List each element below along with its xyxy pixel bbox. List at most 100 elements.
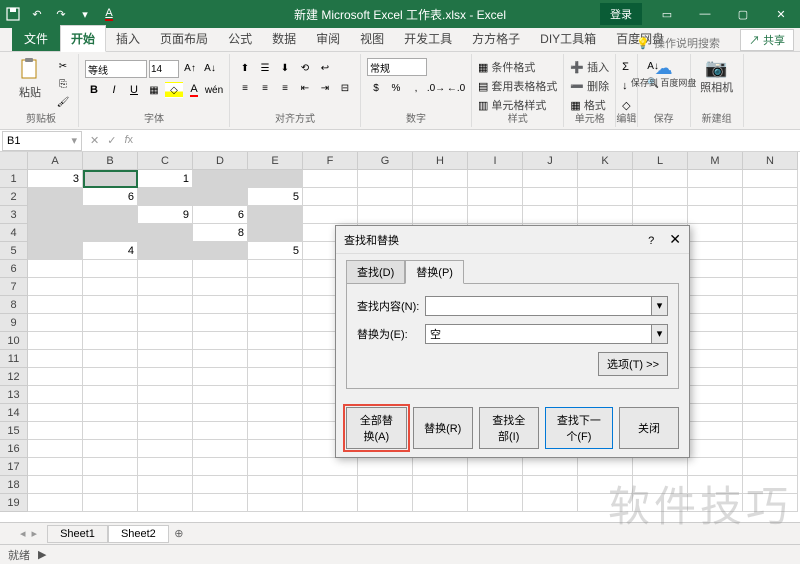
align-middle-icon[interactable]: ☰ <box>256 60 274 76</box>
conditional-format-button[interactable]: ▦条件格式 <box>478 58 535 76</box>
insert-cells-button[interactable]: ➕插入 <box>570 58 609 76</box>
align-bottom-icon[interactable]: ⬇ <box>276 60 294 76</box>
row-header-10[interactable]: 10 <box>0 332 28 350</box>
cell-N6[interactable] <box>743 260 798 278</box>
row-header-16[interactable]: 16 <box>0 440 28 458</box>
cell-A10[interactable] <box>28 332 83 350</box>
increase-decimal-icon[interactable]: .0→ <box>427 80 445 96</box>
cell-G19[interactable] <box>358 494 413 512</box>
paste-button[interactable]: 粘贴 <box>10 58 50 100</box>
cell-I1[interactable] <box>468 170 523 188</box>
cell-I3[interactable] <box>468 206 523 224</box>
sheet-tab-2[interactable]: Sheet2 <box>108 525 169 543</box>
cell-M6[interactable] <box>688 260 743 278</box>
sheet-nav-prev-icon[interactable]: ◂ <box>20 527 26 540</box>
cell-B16[interactable] <box>83 440 138 458</box>
cell-E14[interactable] <box>248 404 303 422</box>
cell-K1[interactable] <box>578 170 633 188</box>
cell-B19[interactable] <box>83 494 138 512</box>
cell-B5[interactable]: 4 <box>83 242 138 260</box>
cell-N12[interactable] <box>743 368 798 386</box>
cell-D18[interactable] <box>193 476 248 494</box>
cell-B13[interactable] <box>83 386 138 404</box>
tab-ffgz[interactable]: 方方格子 <box>462 26 530 51</box>
cell-B4[interactable] <box>83 224 138 242</box>
cell-N3[interactable] <box>743 206 798 224</box>
cell-N8[interactable] <box>743 296 798 314</box>
cell-N10[interactable] <box>743 332 798 350</box>
cell-H18[interactable] <box>413 476 468 494</box>
cell-I17[interactable] <box>468 458 523 476</box>
cell-N9[interactable] <box>743 314 798 332</box>
cell-B14[interactable] <box>83 404 138 422</box>
font-size-select[interactable] <box>149 60 179 78</box>
find-next-button[interactable]: 查找下一个(F) <box>545 407 613 449</box>
cell-K17[interactable] <box>578 458 633 476</box>
cell-E13[interactable] <box>248 386 303 404</box>
cell-D2[interactable] <box>193 188 248 206</box>
cell-B11[interactable] <box>83 350 138 368</box>
cell-M8[interactable] <box>688 296 743 314</box>
cell-C15[interactable] <box>138 422 193 440</box>
cell-E5[interactable]: 5 <box>248 242 303 260</box>
cell-D7[interactable] <box>193 278 248 296</box>
cell-C19[interactable] <box>138 494 193 512</box>
tab-view[interactable]: 视图 <box>350 26 394 51</box>
dialog-close-icon[interactable]: ✕ <box>669 231 681 247</box>
cell-E15[interactable] <box>248 422 303 440</box>
row-header-19[interactable]: 19 <box>0 494 28 512</box>
cell-D11[interactable] <box>193 350 248 368</box>
row-header-13[interactable]: 13 <box>0 386 28 404</box>
cell-K18[interactable] <box>578 476 633 494</box>
cell-D4[interactable]: 8 <box>193 224 248 242</box>
fill-color-icon[interactable]: ◇ <box>165 82 183 98</box>
copy-icon[interactable]: ⎘ <box>54 76 72 92</box>
row-header-15[interactable]: 15 <box>0 422 28 440</box>
dialog-help-icon[interactable]: ? <box>648 235 654 247</box>
indent-right-icon[interactable]: ⇥ <box>316 80 334 96</box>
bold-button[interactable]: B <box>85 82 103 98</box>
cell-A15[interactable] <box>28 422 83 440</box>
row-header-7[interactable]: 7 <box>0 278 28 296</box>
font-color-icon[interactable]: A <box>100 5 118 23</box>
macro-record-icon[interactable]: ▶ <box>38 548 46 561</box>
cell-N14[interactable] <box>743 404 798 422</box>
align-center-icon[interactable]: ≡ <box>256 80 274 96</box>
cell-J1[interactable] <box>523 170 578 188</box>
border-icon[interactable]: ▦ <box>145 82 163 98</box>
cell-H2[interactable] <box>413 188 468 206</box>
select-all-corner[interactable] <box>0 152 28 170</box>
cell-L1[interactable] <box>633 170 688 188</box>
cell-D1[interactable] <box>193 170 248 188</box>
cell-K2[interactable] <box>578 188 633 206</box>
cell-N13[interactable] <box>743 386 798 404</box>
cell-B1[interactable] <box>83 170 138 188</box>
row-header-14[interactable]: 14 <box>0 404 28 422</box>
cell-D19[interactable] <box>193 494 248 512</box>
cell-N5[interactable] <box>743 242 798 260</box>
cell-A19[interactable] <box>28 494 83 512</box>
name-box[interactable]: B1▾ <box>2 131 82 151</box>
cell-M16[interactable] <box>688 440 743 458</box>
cell-I19[interactable] <box>468 494 523 512</box>
cell-G18[interactable] <box>358 476 413 494</box>
cell-A13[interactable] <box>28 386 83 404</box>
cell-M7[interactable] <box>688 278 743 296</box>
cell-A16[interactable] <box>28 440 83 458</box>
cell-E4[interactable] <box>248 224 303 242</box>
cell-F3[interactable] <box>303 206 358 224</box>
tab-diy[interactable]: DIY工具箱 <box>530 26 606 51</box>
currency-icon[interactable]: $ <box>367 80 385 96</box>
maximize-icon[interactable]: ▢ <box>724 0 762 28</box>
cell-N2[interactable] <box>743 188 798 206</box>
cell-G17[interactable] <box>358 458 413 476</box>
cell-B2[interactable]: 6 <box>83 188 138 206</box>
cell-E10[interactable] <box>248 332 303 350</box>
cell-D13[interactable] <box>193 386 248 404</box>
cell-B3[interactable] <box>83 206 138 224</box>
col-header-B[interactable]: B <box>83 152 138 170</box>
cell-D10[interactable] <box>193 332 248 350</box>
tab-formulas[interactable]: 公式 <box>218 26 262 51</box>
cell-C10[interactable] <box>138 332 193 350</box>
col-header-J[interactable]: J <box>523 152 578 170</box>
